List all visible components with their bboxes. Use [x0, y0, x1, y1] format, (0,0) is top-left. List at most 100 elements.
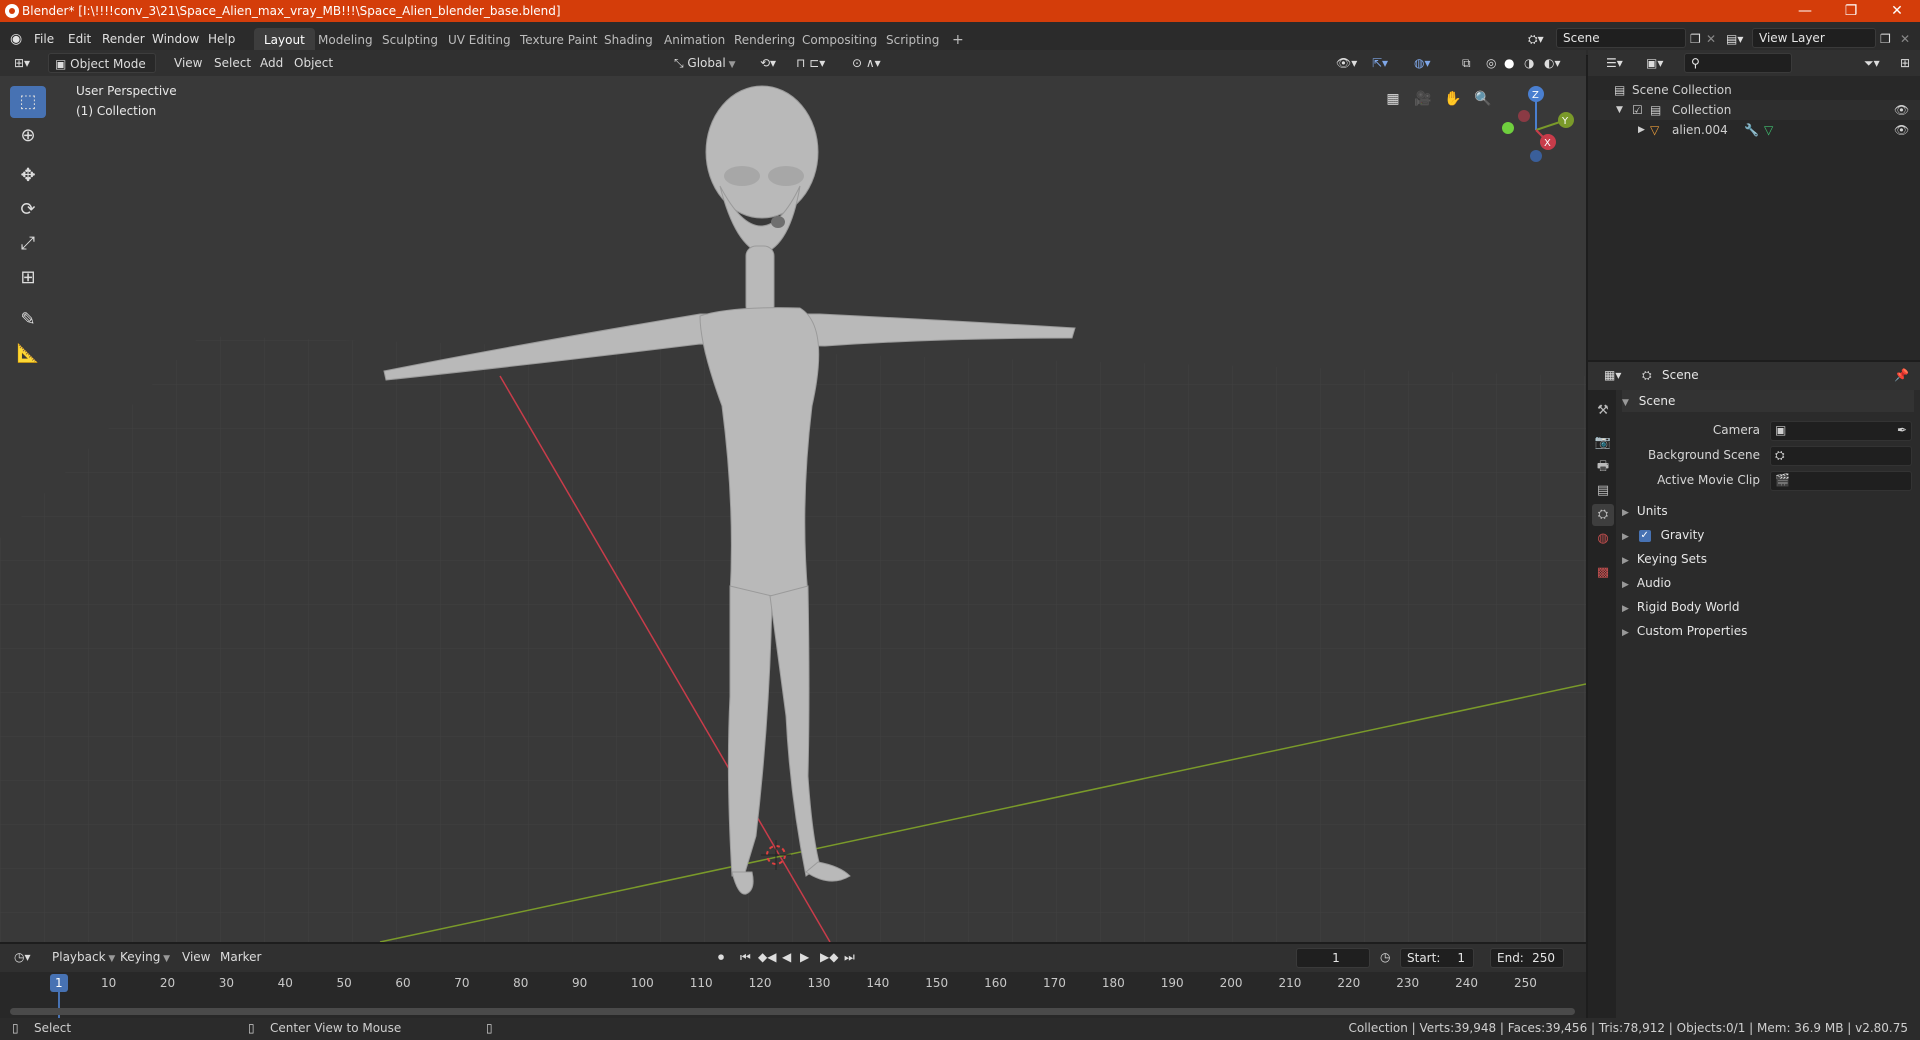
3d-viewport[interactable]: Z Y X User Perspective (1) Collection ⬚ … [0, 76, 1586, 942]
snap-icon[interactable]: ⊓ ⊏▾ [790, 53, 831, 73]
tab-shading[interactable]: Shading [594, 28, 663, 52]
scene-tab-icon[interactable]: ⛭ [1592, 504, 1614, 526]
measure-tool-icon[interactable]: 📐 [10, 338, 46, 370]
current-frame-field[interactable]: 1 [1296, 948, 1370, 968]
menu-edit[interactable]: Edit [68, 28, 91, 50]
scene-field[interactable]: Scene [1556, 28, 1686, 48]
toggle-grid-icon[interactable]: ▦ [1380, 86, 1406, 112]
filter-icon[interactable]: ⏷▾ [1858, 53, 1886, 73]
camera-field[interactable]: ▣ ✒ [1770, 421, 1912, 441]
transform-orientation[interactable]: ⤡ Global ▼ [668, 53, 742, 73]
custom-properties-panel-header[interactable]: ▶ Custom Properties [1622, 620, 1914, 642]
menu-file[interactable]: File [34, 28, 54, 50]
visibility-icon[interactable]: 👁▾ [1330, 53, 1363, 73]
menu-object[interactable]: Object [288, 53, 339, 73]
timeline-scrollbar[interactable] [10, 1008, 1575, 1015]
menu-keying[interactable]: Keying ▼ [114, 947, 176, 967]
jump-end-icon[interactable]: ⏭ [838, 947, 861, 967]
play-icon[interactable]: ▶ [794, 947, 815, 967]
outliner-search-input[interactable]: ⚲ [1684, 53, 1792, 73]
start-frame-field[interactable]: Start: 1 [1400, 948, 1474, 968]
delete-scene-icon[interactable]: ✕ [1706, 28, 1716, 50]
menu-render[interactable]: Render [102, 28, 145, 50]
tab-texture-paint[interactable]: Texture Paint [510, 28, 607, 52]
view-layer-tab-icon[interactable]: ▤ [1592, 480, 1614, 502]
delete-view-layer-icon[interactable]: ✕ [1900, 28, 1910, 50]
keying-sets-panel-header[interactable]: ▶ Keying Sets [1622, 548, 1914, 570]
eyedropper-icon[interactable]: ✒ [1897, 423, 1907, 437]
outliner-row-scene-collection[interactable]: ▤ Scene Collection [1588, 80, 1920, 100]
outliner-row-collection[interactable]: ▼ ☑ ▤ Collection 👁 [1588, 100, 1920, 120]
active-movie-clip-field[interactable]: 🎬 [1770, 471, 1912, 491]
move-tool-icon[interactable]: ✥ [10, 160, 46, 192]
tab-scripting[interactable]: Scripting [876, 28, 949, 52]
properties-editor-type-icon[interactable]: ▦▾ [1598, 365, 1627, 385]
minimize-button[interactable]: — [1782, 0, 1828, 22]
rendered-shading-icon[interactable]: ◐▾ [1538, 53, 1567, 73]
output-tab-icon[interactable]: 🖶 [1592, 456, 1614, 478]
overlays-toggle-icon[interactable]: ◍▾ [1408, 53, 1437, 73]
render-tab-icon[interactable]: 📷 [1592, 432, 1614, 454]
audio-panel-header[interactable]: ▶ Audio [1622, 572, 1914, 594]
menu-select[interactable]: Select [208, 53, 257, 73]
transform-tool-icon[interactable]: ⊞ [10, 262, 46, 294]
background-scene-field[interactable]: ⛭ [1770, 446, 1912, 466]
outliner-row-object[interactable]: ▶ ▽ alien.004 🔧 ▽ 👁 [1588, 120, 1920, 140]
close-button[interactable]: ✕ [1874, 0, 1920, 22]
timeline-editor-type-icon[interactable]: ◷▾ [8, 947, 37, 967]
maximize-button[interactable]: ❐ [1828, 0, 1874, 22]
tool-tab-icon[interactable]: ⚒ [1592, 400, 1614, 422]
cursor-tool-icon[interactable]: ⊕ [10, 120, 46, 152]
menu-marker[interactable]: Marker [214, 947, 267, 967]
pan-view-icon[interactable]: ✋ [1440, 86, 1466, 112]
pin-icon[interactable]: 📌 [1894, 368, 1909, 382]
navigation-gizmo[interactable]: Z Y X [1502, 86, 1574, 162]
display-mode-icon[interactable]: ▣▾ [1640, 53, 1669, 73]
blender-menu-icon[interactable]: ◉ [10, 28, 22, 50]
proportional-edit-icon[interactable]: ⊙ ∧▾ [846, 53, 887, 73]
gizmo-toggle-icon[interactable]: ⇱▾ [1366, 53, 1394, 73]
timeline[interactable]: 1 10 20 30 40 50 60 70 80 90 100 110 120 130 140 150 160… [0, 972, 1586, 1018]
camera-view-icon[interactable]: 🎥 [1410, 86, 1436, 112]
texture-tab-icon[interactable]: ▩ [1592, 562, 1614, 584]
tab-sculpting[interactable]: Sculpting [372, 28, 448, 52]
pivot-point-icon[interactable]: ⟲▾ [754, 53, 782, 73]
menu-playback[interactable]: Playback ▼ [46, 947, 121, 967]
rotate-tool-icon[interactable]: ⟳ [10, 194, 46, 226]
scene-browse-icon[interactable]: ⛭▾ [1528, 28, 1544, 50]
outliner-editor-type-icon[interactable]: ☰▾ [1600, 53, 1629, 73]
rigid-body-world-panel-header[interactable]: ▶ Rigid Body World [1622, 596, 1914, 618]
gravity-panel-header[interactable]: ▶ ✓ Gravity [1622, 524, 1914, 546]
view-layer-field[interactable]: View Layer [1752, 28, 1876, 48]
tab-animation[interactable]: Animation [654, 28, 735, 52]
zoom-view-icon[interactable]: 🔍 [1470, 86, 1496, 112]
end-frame-field[interactable]: End: 250 [1490, 948, 1564, 968]
world-tab-icon[interactable]: ◍ [1592, 528, 1614, 550]
mode-selector[interactable]: ▣ Object Mode ▼ [48, 53, 156, 93]
viewlayer-browse-icon[interactable]: ▤▾ [1726, 28, 1743, 50]
new-scene-icon[interactable]: ❐ [1690, 28, 1701, 50]
tab-compositing[interactable]: Compositing [792, 28, 887, 52]
collection-visibility-icon[interactable]: 👁 [1894, 100, 1909, 120]
modifier-icon[interactable]: 🔧 [1744, 120, 1759, 140]
expand-object-icon[interactable]: ▶ [1638, 120, 1645, 140]
tab-layout[interactable]: Layout [254, 28, 315, 52]
new-view-layer-icon[interactable]: ❐ [1880, 28, 1891, 50]
tab-uv-editing[interactable]: UV Editing [438, 28, 521, 52]
scene-panel-header[interactable]: ▼ Scene [1622, 390, 1914, 412]
menu-window[interactable]: Window [152, 28, 199, 50]
preview-range-icon[interactable]: ◷ [1374, 947, 1396, 967]
record-button-icon[interactable]: ⏺ [712, 947, 730, 967]
object-visibility-icon[interactable]: 👁 [1894, 120, 1909, 140]
xray-icon[interactable]: ⧉ [1456, 53, 1477, 73]
scale-tool-icon[interactable]: ⤢ [10, 228, 46, 260]
editor-type-icon[interactable]: ⊞▾ [8, 53, 36, 73]
menu-help[interactable]: Help [208, 28, 235, 50]
annotate-tool-icon[interactable]: ✎ [10, 304, 46, 336]
units-panel-header[interactable]: ▶ Units [1622, 500, 1914, 522]
mesh-data-icon[interactable]: ▽ [1764, 120, 1773, 140]
gravity-checkbox[interactable]: ✓ [1638, 529, 1651, 542]
expand-collection-icon[interactable]: ▼ [1616, 100, 1623, 120]
add-workspace-button[interactable]: + [942, 28, 974, 52]
menu-view[interactable]: View [168, 53, 208, 73]
